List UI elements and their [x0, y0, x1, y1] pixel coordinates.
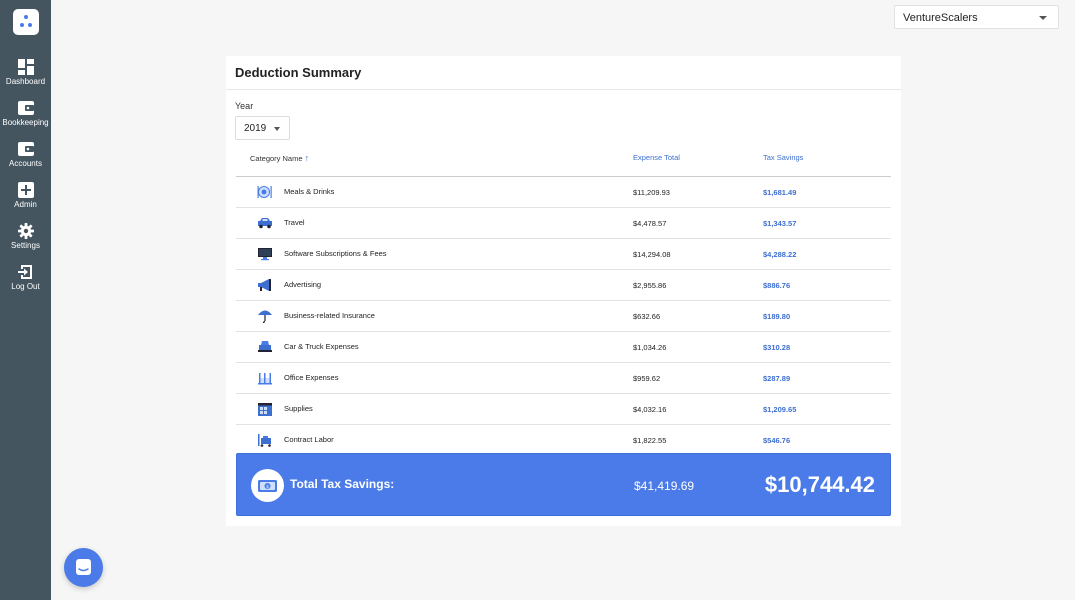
- total-label: Total Tax Savings:: [290, 477, 395, 491]
- total-tax-savings-bar: $ Total Tax Savings: $41,419.69 $10,744.…: [236, 453, 891, 516]
- company-select[interactable]: VentureScalers: [894, 5, 1059, 29]
- tax-savings: $4,288.22: [763, 250, 797, 259]
- table-row[interactable]: Business-related Insurance $632.66 $189.…: [236, 301, 891, 332]
- tax-savings: $1,343.57: [763, 219, 797, 228]
- labor-icon: [258, 434, 271, 447]
- column-header-expense[interactable]: Expense Total: [633, 153, 680, 162]
- logout-icon: [17, 265, 32, 279]
- umbrella-icon: [258, 310, 272, 323]
- category-name: Business-related Insurance: [284, 311, 375, 320]
- table-row[interactable]: Advertising $2,955.86 $886.76: [236, 270, 891, 301]
- category-name: Supplies: [284, 404, 313, 413]
- expense-total: $11,209.93: [633, 188, 670, 197]
- table-row[interactable]: Supplies $4,032.16 $1,209.65: [236, 394, 891, 425]
- plus-box-icon: [17, 182, 34, 198]
- year-select-value: 2019: [244, 123, 267, 134]
- expense-total: $632.66: [633, 312, 661, 321]
- money-card-icon: $: [251, 469, 284, 502]
- total-expense: $41,419.69: [634, 479, 695, 493]
- divider: [226, 89, 901, 90]
- svg-text:$: $: [266, 484, 269, 490]
- column-header-category[interactable]: Category Name ↑: [250, 153, 309, 163]
- megaphone-icon: [258, 279, 271, 291]
- truck-icon: [258, 341, 272, 352]
- chat-launcher-button[interactable]: [64, 548, 103, 587]
- wallet-icon: [17, 142, 34, 156]
- sidebar-item-accounts[interactable]: Accounts: [0, 141, 51, 168]
- office-icon: [258, 373, 272, 385]
- sidebar-item-logout[interactable]: Log Out: [0, 264, 51, 291]
- wallet-icon: [17, 101, 34, 115]
- car-icon: [258, 218, 272, 229]
- category-name: Contract Labor: [284, 435, 334, 444]
- expense-total: $4,032.16: [633, 405, 667, 414]
- sidebar-item-dashboard[interactable]: Dashboard: [0, 59, 51, 86]
- tax-savings: $546.76: [763, 436, 791, 445]
- category-name: Advertising: [284, 280, 322, 289]
- table-row[interactable]: Travel $4,478.57 $1,343.57: [236, 208, 891, 239]
- total-savings: $10,744.42: [764, 472, 875, 497]
- table-row[interactable]: Contract Labor $1,822.55 $546.76: [236, 425, 891, 456]
- table-row[interactable]: Car & Truck Expenses $1,034.26 $310.28: [236, 332, 891, 363]
- expense-total: $959.62: [633, 374, 661, 383]
- category-name: Car & Truck Expenses: [284, 342, 359, 351]
- gear-icon: [17, 223, 34, 239]
- deduction-summary-card: Deduction Summary Year 2019 Category Nam…: [226, 56, 901, 526]
- tax-savings: $1,209.65: [763, 405, 797, 414]
- column-header-category-label: Category Name: [250, 154, 303, 163]
- table-row[interactable]: Office Expenses $959.62 $287.89: [236, 363, 891, 394]
- table-row[interactable]: Meals & Drinks $11,209.93 $1,681.49: [236, 177, 891, 208]
- sidebar: Dashboard Bookkeeping Accounts Admin Set…: [0, 0, 51, 600]
- sidebar-item-settings[interactable]: Settings: [0, 223, 51, 250]
- chevron-down-icon: [274, 127, 280, 131]
- sidebar-item-label: Bookkeeping: [2, 118, 49, 127]
- table-row[interactable]: Software Subscriptions & Fees $14,294.08…: [236, 239, 891, 270]
- sort-arrow-up-icon: ↑: [304, 153, 310, 163]
- sidebar-item-label: Admin: [14, 200, 37, 209]
- tax-savings: $287.89: [763, 374, 791, 383]
- meals-icon: [257, 186, 272, 198]
- category-name: Office Expenses: [284, 373, 339, 382]
- sidebar-item-label: Settings: [11, 241, 40, 250]
- expense-total: $1,822.55: [633, 436, 667, 445]
- dashboard-icon: [17, 59, 34, 75]
- year-label: Year: [235, 101, 254, 111]
- sidebar-item-label: Log Out: [11, 282, 40, 291]
- sidebar-item-admin[interactable]: Admin: [0, 182, 51, 209]
- app-logo[interactable]: [13, 9, 39, 35]
- expense-total: $14,294.08: [633, 250, 671, 259]
- sidebar-item-label: Accounts: [9, 159, 42, 168]
- page-title: Deduction Summary: [235, 65, 362, 80]
- expense-total: $2,955.86: [633, 281, 667, 290]
- company-select-value: VentureScalers: [903, 12, 978, 24]
- tax-savings: $310.28: [763, 343, 791, 352]
- year-select[interactable]: 2019: [235, 116, 290, 140]
- chat-icon: [76, 559, 91, 575]
- chevron-down-icon: [1039, 16, 1047, 20]
- monitor-icon: [258, 248, 272, 261]
- sidebar-item-label: Dashboard: [5, 77, 46, 86]
- category-name: Software Subscriptions & Fees: [284, 249, 387, 258]
- expense-total: $1,034.26: [633, 343, 667, 352]
- category-name: Travel: [284, 218, 305, 227]
- tax-savings: $886.76: [763, 281, 791, 290]
- tax-savings: $1,681.49: [763, 188, 797, 197]
- expense-total: $4,478.57: [633, 219, 667, 228]
- supplies-icon: [258, 403, 272, 416]
- sidebar-item-bookkeeping[interactable]: Bookkeeping: [0, 100, 51, 127]
- column-header-savings[interactable]: Tax Savings: [763, 153, 803, 162]
- category-name: Meals & Drinks: [284, 187, 335, 196]
- tax-savings: $189.80: [763, 312, 791, 321]
